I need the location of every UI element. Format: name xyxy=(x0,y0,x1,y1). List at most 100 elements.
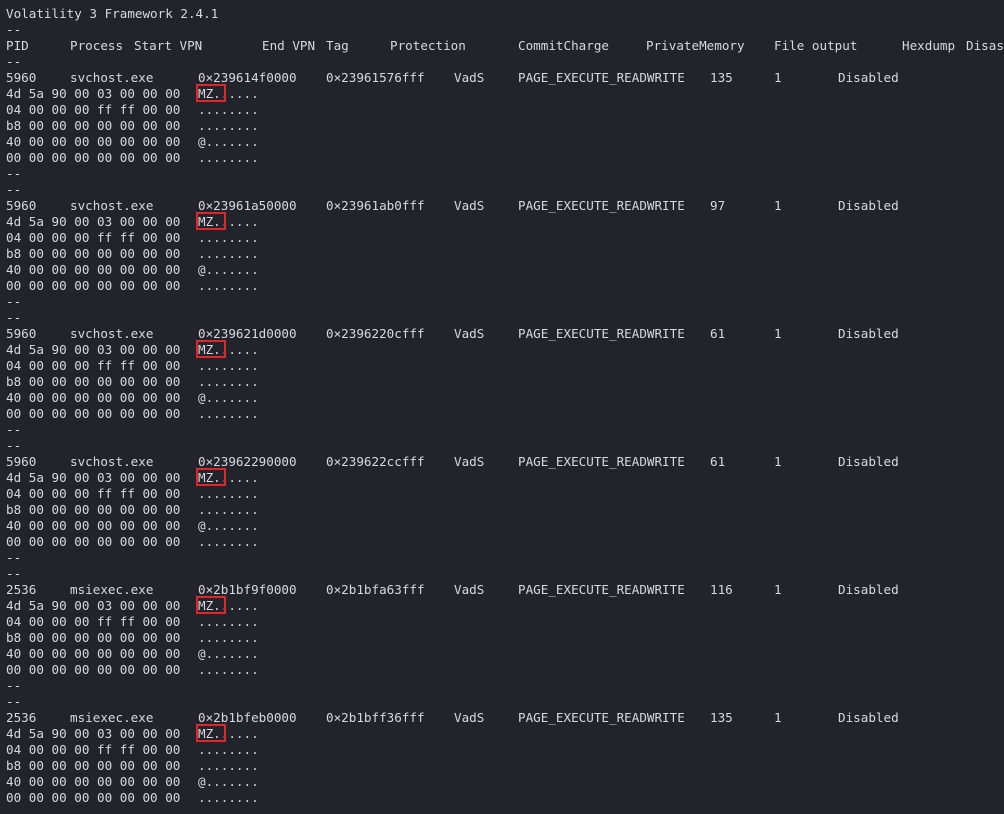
cell-pid: 2536 xyxy=(6,710,37,725)
cell-private-memory: 1 xyxy=(774,454,782,469)
header-file-output: File output xyxy=(774,38,858,53)
hex-bytes: 40 00 00 00 00 00 00 00 xyxy=(6,518,181,533)
ascii-text: ........ xyxy=(198,278,259,293)
cell-file-output: Disabled xyxy=(838,70,899,85)
cell-pid: 5960 xyxy=(6,454,37,469)
cell-protection: PAGE_EXECUTE_READWRITE xyxy=(518,710,685,725)
ascii-text: ........ xyxy=(198,406,259,421)
header-tag: Tag xyxy=(326,38,349,53)
cell-protection: PAGE_EXECUTE_READWRITE xyxy=(518,198,685,213)
hex-bytes: 00 00 00 00 00 00 00 00 xyxy=(6,534,181,549)
hex-bytes: b8 00 00 00 00 00 00 00 xyxy=(6,246,181,261)
separator: -- xyxy=(6,566,22,581)
cell-file-output: Disabled xyxy=(838,710,899,725)
hex-bytes: 40 00 00 00 00 00 00 00 xyxy=(6,774,181,789)
separator: -- xyxy=(6,54,22,69)
ascii-text: ........ xyxy=(198,230,259,245)
cell-tag: VadS xyxy=(454,326,485,341)
cell-commit-charge: 61 xyxy=(710,326,726,341)
cell-tag: VadS xyxy=(454,454,485,469)
hex-bytes: 40 00 00 00 00 00 00 00 xyxy=(6,134,181,149)
terminal-window: Volatility 3 Framework 2.4.1 -- PID Proc… xyxy=(0,0,1004,814)
ascii-text: ........ xyxy=(198,758,259,773)
ascii-text: ........ xyxy=(198,118,259,133)
separator: -- xyxy=(6,678,22,693)
cell-file-output: Disabled xyxy=(838,198,899,213)
hex-bytes: 04 00 00 00 ff ff 00 00 xyxy=(6,614,181,629)
cell-pid: 5960 xyxy=(6,70,37,85)
hex-bytes: 00 00 00 00 00 00 00 00 xyxy=(6,278,181,293)
ascii-text: ........ xyxy=(198,742,259,757)
cell-tag: VadS xyxy=(454,582,485,597)
hex-bytes: b8 00 00 00 00 00 00 00 xyxy=(6,630,181,645)
hex-bytes: 04 00 00 00 ff ff 00 00 xyxy=(6,486,181,501)
cell-end-vpn: 0×23961ab0fff xyxy=(326,198,425,213)
ascii-text: @....... xyxy=(198,134,259,149)
ascii-text: @....... xyxy=(198,262,259,277)
hex-bytes: 4d 5a 90 00 03 00 00 00 xyxy=(6,470,181,485)
cell-commit-charge: 97 xyxy=(710,198,726,213)
cell-file-output: Disabled xyxy=(838,582,899,597)
ascii-text: ........ xyxy=(198,790,259,805)
hex-bytes: 4d 5a 90 00 03 00 00 00 xyxy=(6,214,181,229)
hex-bytes: b8 00 00 00 00 00 00 00 xyxy=(6,758,181,773)
header-process: Process xyxy=(70,38,124,53)
ascii-text: ........ xyxy=(198,502,259,517)
ascii-text: ........ xyxy=(198,534,259,549)
cell-end-vpn: 0×2b1bff36fff xyxy=(326,710,425,725)
cell-pid: 5960 xyxy=(6,198,37,213)
cell-tag: VadS xyxy=(454,198,485,213)
separator: -- xyxy=(6,550,22,565)
hex-bytes: 00 00 00 00 00 00 00 00 xyxy=(6,662,181,677)
cell-end-vpn: 0×23961576fff xyxy=(326,70,425,85)
cell-process: msiexec.exe xyxy=(70,582,154,597)
hex-bytes: 40 00 00 00 00 00 00 00 xyxy=(6,262,181,277)
cell-commit-charge: 61 xyxy=(710,454,726,469)
cell-private-memory: 1 xyxy=(774,710,782,725)
separator: -- xyxy=(6,166,22,181)
hex-bytes: b8 00 00 00 00 00 00 00 xyxy=(6,118,181,133)
header-start-vpn: Start VPN xyxy=(134,38,203,53)
cell-process: svchost.exe xyxy=(70,198,154,213)
ascii-text: @....... xyxy=(198,646,259,661)
cell-pid: 2536 xyxy=(6,582,37,597)
hex-bytes: 04 00 00 00 ff ff 00 00 xyxy=(6,102,181,117)
cell-protection: PAGE_EXECUTE_READWRITE xyxy=(518,70,685,85)
cell-pid: 5960 xyxy=(6,326,37,341)
cell-process: msiexec.exe xyxy=(70,710,154,725)
cell-process: svchost.exe xyxy=(70,454,154,469)
separator: -- xyxy=(6,22,22,37)
ascii-text: ........ xyxy=(198,102,259,117)
cell-protection: PAGE_EXECUTE_READWRITE xyxy=(518,582,685,597)
ascii-text: ........ xyxy=(198,246,259,261)
hex-bytes: 04 00 00 00 ff ff 00 00 xyxy=(6,742,181,757)
cell-end-vpn: 0×2396220cfff xyxy=(326,326,425,341)
header-private-memory: PrivateMemory xyxy=(646,38,745,53)
separator: -- xyxy=(6,294,22,309)
mz-header-highlight xyxy=(196,84,226,102)
separator: -- xyxy=(6,310,22,325)
cell-tag: VadS xyxy=(454,710,485,725)
cell-end-vpn: 0×2b1bfa63fff xyxy=(326,582,425,597)
cell-private-memory: 1 xyxy=(774,582,782,597)
separator: -- xyxy=(6,694,22,709)
cell-process: svchost.exe xyxy=(70,326,154,341)
framework-banner: Volatility 3 Framework 2.4.1 xyxy=(6,6,219,21)
mz-header-highlight xyxy=(196,724,226,742)
cell-file-output: Disabled xyxy=(838,326,899,341)
header-pid: PID xyxy=(6,38,29,53)
hex-bytes: b8 00 00 00 00 00 00 00 xyxy=(6,374,181,389)
mz-header-highlight xyxy=(196,468,226,486)
ascii-text: ........ xyxy=(198,150,259,165)
hex-bytes: 04 00 00 00 ff ff 00 00 xyxy=(6,230,181,245)
cell-commit-charge: 116 xyxy=(710,582,733,597)
cell-end-vpn: 0×239622ccfff xyxy=(326,454,425,469)
mz-header-highlight xyxy=(196,212,226,230)
cell-private-memory: 1 xyxy=(774,326,782,341)
hex-bytes: 00 00 00 00 00 00 00 00 xyxy=(6,790,181,805)
cell-tag: VadS xyxy=(454,70,485,85)
cell-private-memory: 1 xyxy=(774,198,782,213)
ascii-text: ........ xyxy=(198,358,259,373)
cell-commit-charge: 135 xyxy=(710,70,733,85)
hex-bytes: 4d 5a 90 00 03 00 00 00 xyxy=(6,342,181,357)
